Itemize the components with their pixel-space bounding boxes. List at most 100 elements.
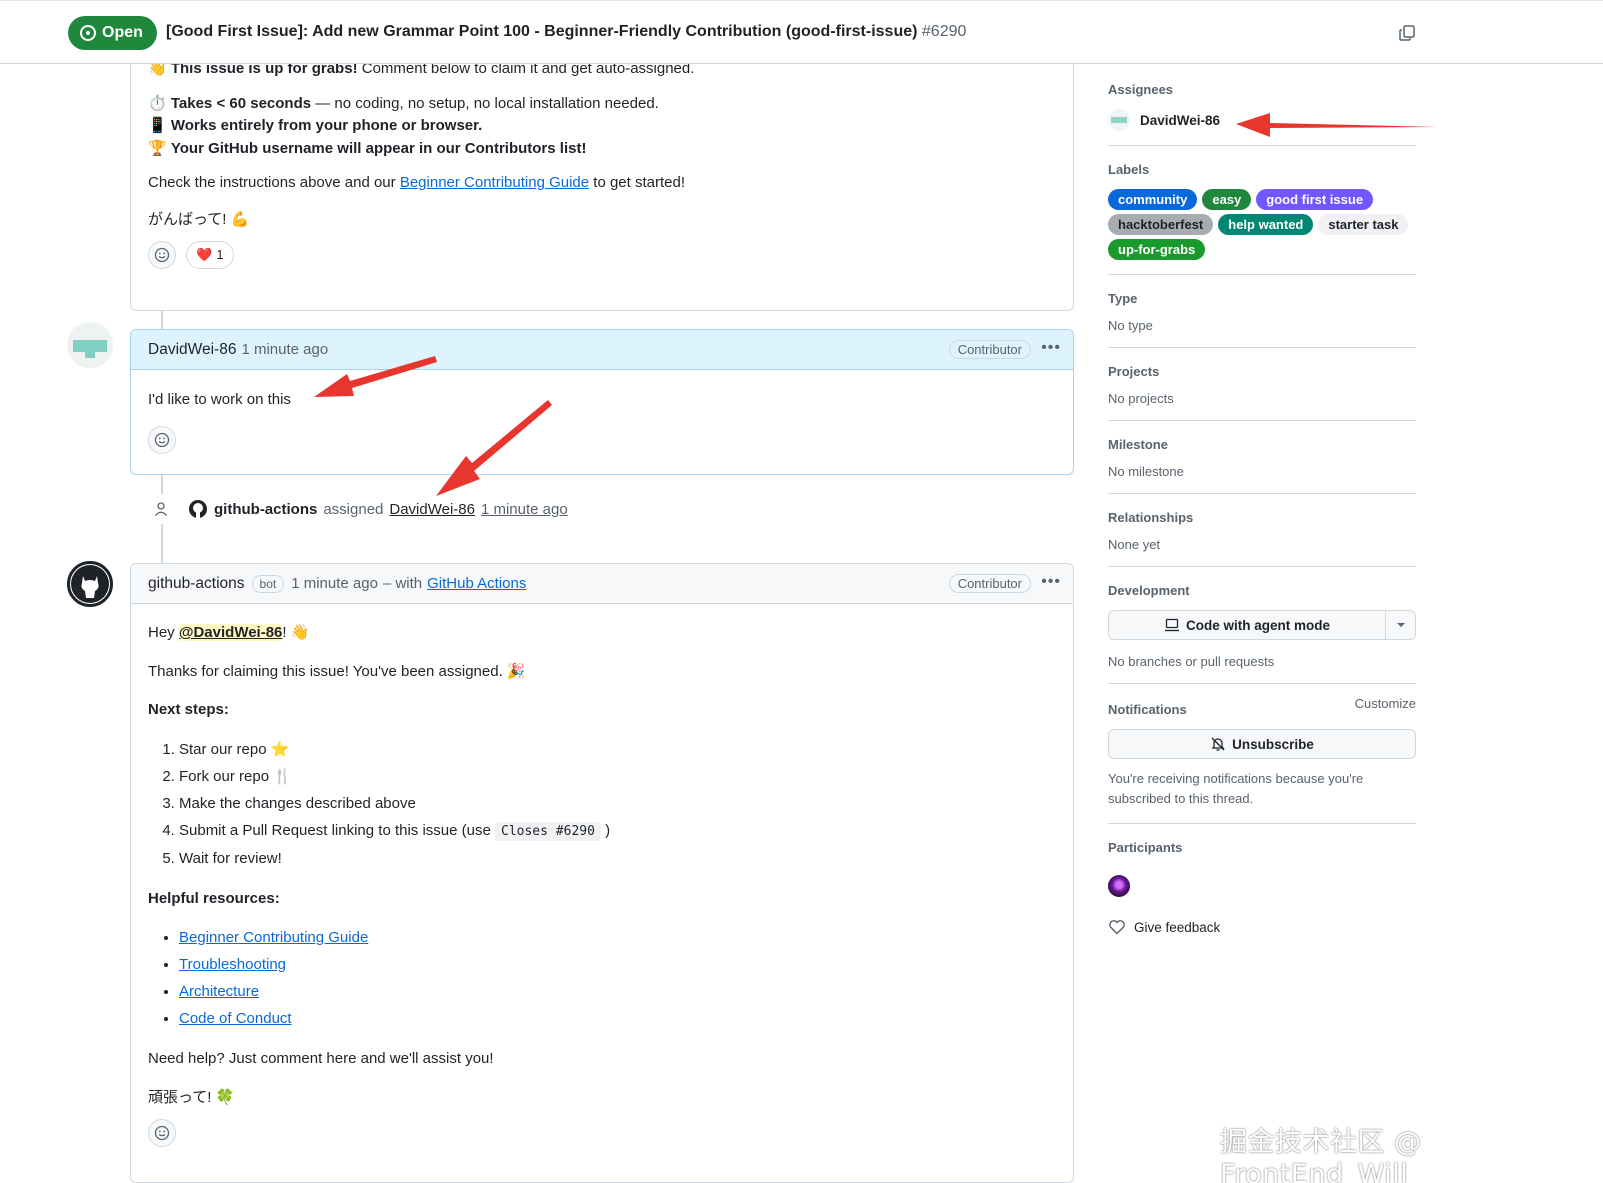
resource-link[interactable]: Code of Conduct — [179, 1010, 292, 1027]
customize-link[interactable]: Customize — [1355, 696, 1416, 711]
cheer-text: 頑張って! 🍀 — [148, 1088, 235, 1106]
contributor-badge: Contributor — [948, 574, 1031, 593]
github-actions-link[interactable]: GitHub Actions — [427, 575, 526, 592]
event-actor[interactable]: github-actions — [214, 501, 317, 518]
give-feedback-link[interactable]: Give feedback — [1108, 919, 1416, 935]
smiley-icon — [154, 432, 170, 447]
notifications-section: Notifications Customize Unsubscribe You'… — [1108, 684, 1416, 824]
participant-avatar[interactable] — [1108, 875, 1130, 897]
github-actions-comment: github-actions bot 1 minute ago – with G… — [130, 563, 1074, 1183]
user-mention[interactable]: @DavidWei-86 — [178, 624, 283, 641]
resources-list: Beginner Contributing Guide Troubleshoot… — [148, 924, 1056, 1032]
heart-count: 1 — [216, 247, 224, 263]
event-time[interactable]: 1 minute ago — [481, 501, 568, 518]
assigned-event: github-actions assigned DavidWei-86 1 mi… — [146, 494, 568, 524]
contributors-text: Your GitHub username will appear in our … — [170, 139, 587, 157]
label-hacktoberfest[interactable]: hacktoberfest — [1108, 214, 1214, 235]
list-item: Troubleshooting — [179, 951, 1056, 978]
heart-outline-icon — [1109, 920, 1125, 935]
label-community[interactable]: community — [1108, 189, 1198, 210]
bell-slash-icon — [1211, 737, 1225, 751]
kebab-horizontal-icon[interactable]: ••• — [1041, 339, 1061, 357]
issue-state-label: Open — [102, 24, 143, 41]
works-phone-text: Works entirely from your phone or browse… — [170, 117, 483, 134]
add-reaction-button[interactable] — [148, 1119, 176, 1147]
kebab-horizontal-icon[interactable]: ••• — [1041, 573, 1061, 591]
comment-time[interactable]: 1 minute ago — [291, 575, 378, 592]
comment-with: – with — [382, 575, 423, 592]
resource-link[interactable]: Architecture — [179, 983, 259, 1000]
cheer-text: がんばって! 💪 — [148, 210, 250, 228]
label-good-first-issue[interactable]: good first issue — [1256, 189, 1374, 210]
unsubscribe-button[interactable]: Unsubscribe — [1108, 729, 1416, 759]
code-with-agent-button[interactable]: Code with agent mode — [1108, 610, 1416, 640]
list-item: Make the changes described above — [179, 790, 1056, 817]
code-with-agent-label: Code with agent mode — [1185, 617, 1330, 633]
step-post: ) — [600, 821, 611, 839]
label-easy[interactable]: easy — [1202, 189, 1252, 210]
label-up-for-grabs[interactable]: up-for-grabs — [1108, 239, 1206, 260]
instructions-post: to get started! — [589, 174, 686, 191]
milestone-section: Milestone No milestone — [1108, 421, 1416, 494]
annotation-arrow-assignee — [1236, 113, 1438, 137]
resource-link[interactable]: Troubleshooting — [179, 956, 286, 973]
heart-reaction[interactable]: ❤️ 1 — [186, 241, 234, 269]
relationships-value: None yet — [1108, 537, 1161, 552]
next-steps-list: Star our repo ⭐ Fork our repo 🍴 Make the… — [148, 736, 1056, 872]
label-help-wanted[interactable]: help wanted — [1218, 214, 1314, 235]
assignees-heading[interactable]: Assignees — [1108, 82, 1416, 97]
resource-link[interactable]: Beginner Contributing Guide — [179, 929, 368, 946]
event-target[interactable]: DavidWei-86 — [389, 501, 475, 518]
type-heading[interactable]: Type — [1108, 291, 1416, 306]
comment-header: DavidWei-86 1 minute ago Contributor ••• — [131, 330, 1073, 370]
comment-author[interactable]: github-actions — [148, 575, 245, 593]
add-reaction-button[interactable] — [148, 241, 176, 269]
notification-reason: You're receiving notifications because y… — [1108, 771, 1364, 806]
greeting-text: Hey — [148, 624, 179, 641]
relationships-heading[interactable]: Relationships — [1108, 510, 1416, 525]
davidwei-comment: DavidWei-86 1 minute ago Contributor •••… — [130, 329, 1074, 475]
resources-heading: Helpful resources: — [148, 889, 280, 907]
milestone-heading[interactable]: Milestone — [1108, 437, 1416, 452]
next-steps-heading: Next steps: — [148, 701, 229, 718]
copy-icon[interactable] — [1398, 24, 1416, 42]
projects-value: No projects — [1108, 391, 1174, 406]
label-starter-task[interactable]: starter task — [1318, 214, 1409, 235]
list-item: Beginner Contributing Guide — [179, 924, 1056, 951]
smiley-icon — [154, 247, 170, 263]
assignee-name: DavidWei-86 — [1140, 112, 1221, 128]
issue-opened-icon — [80, 25, 96, 41]
labels-list: community easy good first issue hacktoberfe… — [1108, 189, 1416, 260]
list-item: Wait for review! — [179, 845, 1056, 872]
avatar-github-actions[interactable] — [67, 561, 113, 607]
trophy-emoji: 🏆 — [148, 139, 167, 157]
labels-heading[interactable]: Labels — [1108, 162, 1416, 177]
issue-title: [Good First Issue]: Add new Grammar Poin… — [166, 23, 966, 41]
avatar — [1108, 109, 1130, 131]
reactions-bar: ❤️ 1 — [148, 241, 1056, 269]
list-item: Code of Conduct — [179, 1005, 1056, 1032]
projects-section: Projects No projects — [1108, 348, 1416, 421]
issue-sidebar: Assignees DavidWei-86 Labels community ea… — [1108, 64, 1416, 949]
agent-laptop-icon — [1164, 618, 1179, 632]
add-reaction-button[interactable] — [148, 425, 176, 454]
comment-author[interactable]: DavidWei-86 — [148, 341, 236, 359]
triangle-down-icon[interactable] — [1385, 611, 1415, 639]
comment-header: github-actions bot 1 minute ago – with G… — [131, 564, 1073, 604]
projects-heading[interactable]: Projects — [1108, 364, 1416, 379]
beginner-guide-link[interactable]: Beginner Contributing Guide — [400, 174, 589, 191]
list-item: Architecture — [179, 978, 1056, 1005]
stopwatch-emoji: ⏱️ — [148, 94, 167, 112]
issue-title-text: [Good First Issue]: Add new Grammar Poin… — [166, 23, 918, 40]
need-help-text: Need help? Just comment here and we'll a… — [148, 1050, 494, 1067]
unsubscribe-label: Unsubscribe — [1232, 736, 1314, 752]
type-section: Type No type — [1108, 275, 1416, 348]
person-icon — [146, 494, 176, 524]
annotation-arrow-comment — [314, 356, 437, 397]
type-value: No type — [1108, 318, 1153, 333]
contributor-badge: Contributor — [948, 340, 1031, 359]
greeting-post: ! 👋 — [282, 624, 310, 641]
list-item: Fork our repo 🍴 — [179, 763, 1056, 790]
development-heading[interactable]: Development — [1108, 583, 1416, 598]
avatar-davidwei[interactable] — [67, 322, 113, 368]
